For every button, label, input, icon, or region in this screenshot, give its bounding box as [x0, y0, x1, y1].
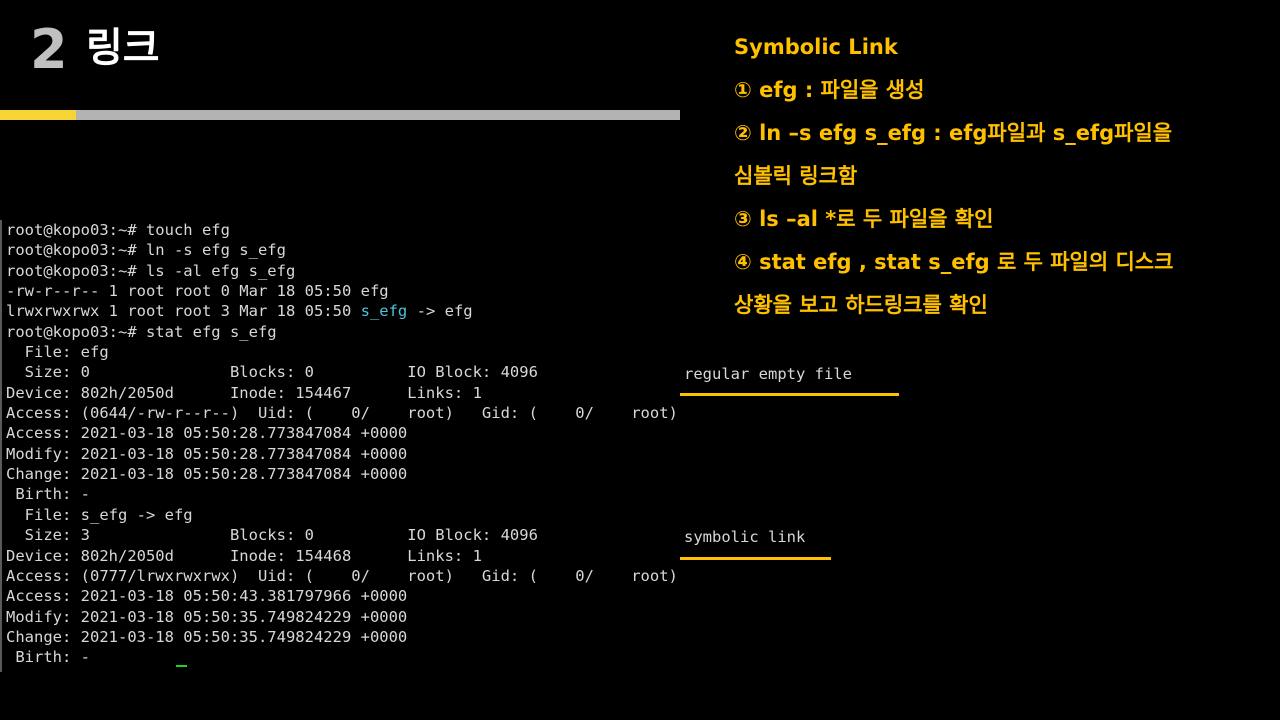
terminal-screenshot: root@kopo03:~# touch efg root@kopo03:~# … — [0, 220, 680, 672]
note-step-3: ③ ls –al *로 두 파일을 확인 — [734, 207, 994, 231]
terminal-line: Access: (0644/-rw-r--r--) Uid: ( 0/ root… — [6, 404, 678, 423]
note-step-2-continued: 심볼릭 링크함 — [734, 164, 858, 188]
terminal-cursor — [176, 665, 187, 667]
note-step-2: ② ln –s efg s_efg : efg파일과 s_efg파일을 — [734, 121, 1173, 145]
annotation-underline-regular — [680, 393, 899, 396]
terminal-line: Device: 802h/2050d Inode: 154468 Links: … — [6, 546, 482, 565]
terminal-line: Change: 2021-03-18 05:50:28.773847084 +0… — [6, 465, 408, 484]
note-step-4: ④ stat efg , stat s_efg 로 두 파일의 디스크 — [734, 250, 1174, 274]
terminal-line: root@kopo03:~# ln -s efg s_efg — [6, 241, 286, 260]
terminal-line: -rw-r--r-- 1 root root 0 Mar 18 05:50 ef… — [6, 282, 389, 301]
terminal-line: Size: 0 Blocks: 0 IO Block: 4096 — [6, 363, 538, 382]
symlink-line-prefix: lrwxrwxrwx 1 root root 3 Mar 18 05:50 — [6, 302, 361, 321]
terminal-line: root@kopo03:~# touch efg — [6, 221, 230, 239]
annotation-regular-empty-file: regular empty file — [684, 365, 852, 383]
terminal-line: Birth: - — [6, 648, 90, 667]
terminal-line: Birth: - — [6, 485, 90, 504]
title-rule-accent — [0, 110, 76, 120]
terminal-line: Modify: 2021-03-18 05:50:28.773847084 +0… — [6, 444, 408, 463]
title-rule — [76, 110, 680, 120]
terminal-line: File: efg — [6, 343, 109, 362]
symlink-name: s_efg — [360, 302, 408, 321]
terminal-line: Change: 2021-03-18 05:50:35.749824229 +0… — [6, 627, 408, 646]
terminal-line: Access: 2021-03-18 05:50:28.773847084 +0… — [6, 424, 408, 443]
slide-title: 링크 — [86, 25, 160, 71]
terminal-line-symlink: lrwxrwxrwx 1 root root 3 Mar 18 05:50 s_… — [6, 301, 680, 321]
terminal-line: Access: (0777/lrwxrwxrwx) Uid: ( 0/ root… — [6, 566, 678, 585]
terminal-line: Device: 802h/2050d Inode: 154467 Links: … — [6, 383, 482, 402]
terminal-line: File: s_efg -> efg — [6, 505, 193, 524]
note-step-4-continued: 상황을 보고 하드링크를 확인 — [734, 293, 988, 317]
terminal-line: root@kopo03:~# stat efg s_efg — [6, 322, 277, 341]
slide-number: 2 — [30, 18, 68, 81]
annotation-symbolic-link: symbolic link — [684, 528, 806, 546]
terminal-line: Access: 2021-03-18 05:50:43.381797966 +0… — [6, 587, 408, 606]
note-step-1: ① efg : 파일을 생성 — [734, 78, 925, 102]
terminal-output: root@kopo03:~# touch efg root@kopo03:~# … — [2, 220, 680, 668]
terminal-line: Modify: 2021-03-18 05:50:35.749824229 +0… — [6, 607, 408, 626]
terminal-line: Size: 3 Blocks: 0 IO Block: 4096 — [6, 526, 538, 545]
terminal-line: root@kopo03:~# ls -al efg s_efg — [6, 261, 296, 280]
explanation-notes: Symbolic Link ① efg : 파일을 생성 ② ln –s efg… — [734, 26, 1274, 327]
notes-heading: Symbolic Link — [734, 35, 898, 59]
annotation-underline-symbolic — [680, 557, 831, 560]
symlink-target: -> efg — [407, 302, 473, 321]
